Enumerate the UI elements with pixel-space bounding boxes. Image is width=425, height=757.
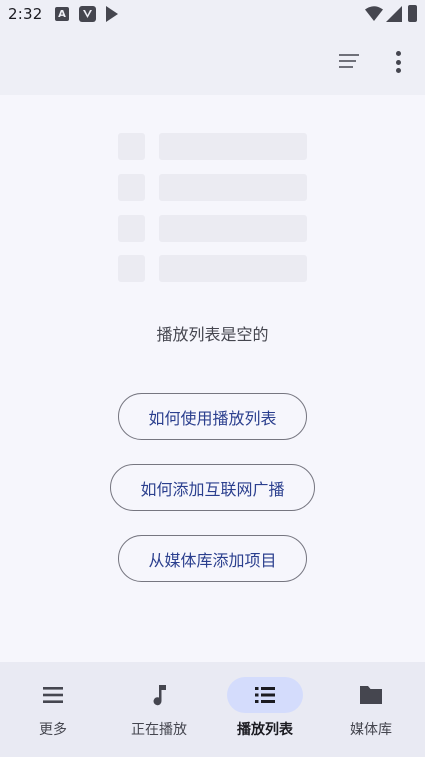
folder-icon [360,686,382,704]
list-icon [255,687,275,703]
nav-label: 媒体库 [350,722,392,738]
wifi-icon [365,6,383,22]
placeholder-row [118,174,308,201]
dot [395,51,401,56]
status-time: 2:32 [8,5,43,23]
placeholder-square [118,215,145,242]
nav-indicator-active [227,677,303,713]
placeholder-bar [159,174,307,201]
empty-playlist-message: 播放列表是空的 [156,325,269,344]
play-notification-icon [106,6,118,22]
toolbar [0,30,425,95]
placeholder-square [118,255,145,282]
battery-icon [408,5,417,22]
nav-item-library[interactable]: 媒体库 [318,662,424,757]
placeholder-row [118,255,308,282]
placeholder-square [118,174,145,201]
empty-playlist-illustration [118,133,308,283]
menu-icon [43,687,63,703]
more-vert-icon[interactable] [388,48,408,76]
a-notification-icon: A [55,7,69,21]
music-note-icon [153,685,166,706]
placeholder-square [118,133,145,160]
nav-item-now-playing[interactable]: 正在播放 [106,662,212,757]
add-from-library-button[interactable]: 从媒体库添加项目 [118,535,307,582]
bottom-navigation: 更多 正在播放 播放列表 媒体库 [0,662,425,757]
nav-indicator [121,677,197,713]
nav-label: 正在播放 [131,722,187,738]
placeholder-bar [159,215,307,242]
nav-item-more[interactable]: 更多 [0,662,106,757]
top-app-region: 2:32 A [0,0,425,95]
app-screen: 2:32 A 播放列表是空的 如何使用播放列表 如何添加互联网广播 从媒体库添加… [0,0,425,757]
placeholder-bar [159,133,307,160]
nav-indicator [333,677,409,713]
nav-label: 播放列表 [237,722,293,738]
dot [395,59,401,65]
nav-label: 更多 [39,722,67,738]
dot [395,68,401,73]
how-to-add-internet-radio-button[interactable]: 如何添加互联网广播 [110,464,315,511]
nav-indicator [15,677,91,713]
status-bar: 2:32 A [0,0,425,30]
placeholder-row [118,215,308,242]
placeholder-bar [159,255,307,282]
placeholder-row [118,133,308,160]
how-to-use-playlist-button[interactable]: 如何使用播放列表 [118,393,307,440]
nav-item-playlist[interactable]: 播放列表 [212,662,318,757]
v-notification-icon [79,6,96,22]
signal-icon [386,6,402,22]
sort-icon[interactable] [337,52,361,70]
